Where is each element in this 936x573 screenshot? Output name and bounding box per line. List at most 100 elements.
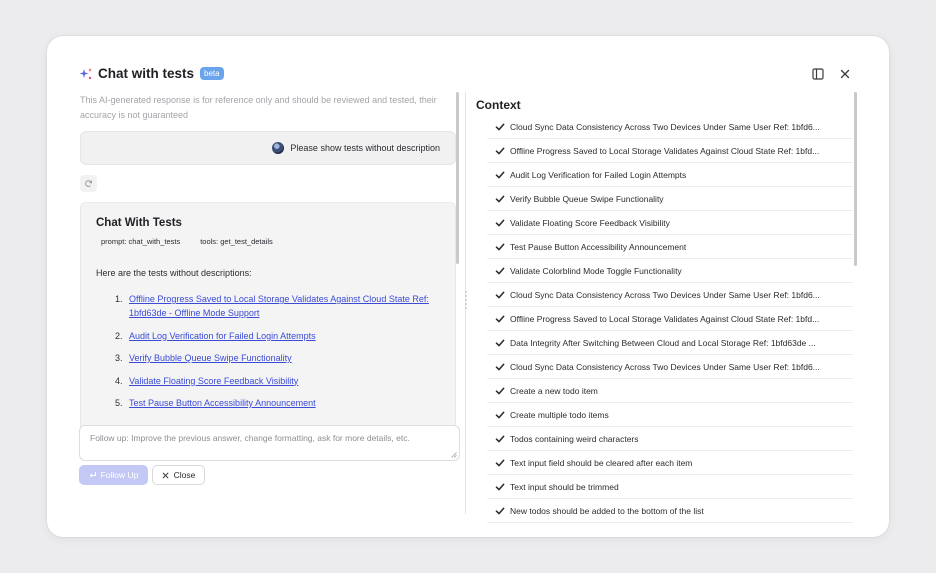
list-number: 5. (115, 398, 123, 408)
context-item[interactable]: Text input should be trimmed (487, 475, 853, 499)
refresh-icon (85, 180, 93, 187)
context-item[interactable]: Validate Colorblind Mode Toggle Function… (487, 259, 853, 283)
context-item[interactable]: Offline Progress Saved to Local Storage … (487, 139, 853, 163)
answer-meta: prompt: chat_with_tests tools: get_test_… (96, 237, 455, 246)
context-item-label: New todos should be added to the bottom … (510, 505, 704, 516)
context-item[interactable]: Create a new todo item (487, 379, 853, 403)
context-item[interactable]: Cloud Sync Data Consistency Across Two D… (487, 355, 853, 379)
context-item[interactable]: Data Integrity After Switching Between C… (487, 331, 853, 355)
answer-intro: Here are the tests without descriptions: (96, 268, 252, 278)
context-item-label: Create a new todo item (510, 385, 598, 396)
answer-list: 1. Offline Progress Saved to Local Storag… (96, 292, 455, 410)
test-link[interactable]: Verify Bubble Queue Swipe Functionality (129, 351, 292, 365)
disclaimer-text: This AI-generated response is for refere… (80, 95, 437, 120)
close-icon (840, 69, 850, 79)
test-link[interactable]: Offline Progress Saved to Local Storage … (129, 292, 455, 320)
close-button[interactable]: Close (152, 465, 205, 485)
modal-header: Chat with tests beta (79, 66, 224, 81)
left-scrollbar[interactable] (456, 92, 459, 264)
context-item-label: Data Integrity After Switching Between C… (510, 337, 816, 348)
prompt-label: prompt: chat_with_tests (101, 237, 181, 246)
check-icon (495, 147, 505, 154)
close-label: Close (173, 470, 196, 480)
context-item[interactable]: Test Pause Button Accessibility Announce… (487, 235, 853, 259)
followup-input[interactable]: Follow up: Improve the previous answer, … (79, 425, 460, 461)
context-item-label: Offline Progress Saved to Local Storage … (510, 313, 820, 324)
check-icon (495, 411, 505, 418)
list-item: 2. Audit Log Verification for Failed Logi… (115, 329, 455, 343)
right-scrollbar[interactable] (854, 92, 857, 266)
regenerate-button[interactable] (80, 175, 97, 192)
context-item-label: Create multiple todo items (510, 409, 609, 420)
check-icon (495, 387, 505, 394)
context-item[interactable]: Todos containing weird characters (487, 427, 853, 451)
list-number: 2. (115, 330, 123, 341)
context-item-label: Audit Log Verification for Failed Login … (510, 169, 687, 180)
context-item-label: Cloud Sync Data Consistency Across Two D… (510, 289, 820, 300)
check-icon (495, 123, 505, 130)
list-item: 3. Verify Bubble Queue Swipe Functionalit… (115, 351, 455, 365)
check-icon (495, 363, 505, 370)
panel-resize-handle[interactable] (463, 291, 468, 313)
check-icon (495, 267, 505, 274)
test-link[interactable]: Validate Floating Score Feedback Visibil… (129, 374, 298, 388)
context-item-label: Text input field should be cleared after… (510, 457, 693, 468)
check-icon (495, 171, 505, 178)
context-title: Context (476, 98, 521, 112)
list-item: 5. Test Pause Button Accessibility Announ… (115, 396, 455, 410)
list-item: 4. Validate Floating Score Feedback Visib… (115, 374, 455, 388)
context-item[interactable]: Offline Progress Saved to Local Storage … (487, 307, 853, 331)
list-item: 1. Offline Progress Saved to Local Storag… (115, 292, 455, 320)
sparkle-icon (79, 67, 92, 79)
context-item[interactable]: Cloud Sync Data Consistency Across Two D… (487, 115, 853, 139)
check-icon (495, 507, 505, 514)
tools-label: tools: get_test_details (200, 237, 273, 246)
context-item[interactable]: Audit Log Verification for Failed Login … (487, 163, 853, 187)
chat-modal: Chat with tests beta This AI-generated r… (47, 36, 889, 537)
resize-grip-icon[interactable] (451, 452, 457, 458)
context-item-label: Text input should be trimmed (510, 481, 619, 492)
context-item-label: Verify Bubble Queue Swipe Functionality (510, 193, 664, 204)
test-link[interactable]: Test Pause Button Accessibility Announce… (129, 396, 316, 410)
followup-placeholder: Follow up: Improve the previous answer, … (90, 433, 410, 443)
check-icon (495, 219, 505, 226)
follow-up-button[interactable]: Follow Up (79, 465, 148, 485)
assistant-answer: Chat With Tests prompt: chat_with_tests … (80, 202, 456, 427)
test-link[interactable]: Audit Log Verification for Failed Login … (129, 329, 316, 343)
close-modal-button[interactable] (838, 67, 852, 81)
context-item[interactable]: Verify Bubble Queue Swipe Functionality (487, 187, 853, 211)
check-icon (495, 483, 505, 490)
check-icon (495, 339, 505, 346)
user-message: Please show tests without description (80, 131, 456, 165)
context-item-label: Validate Floating Score Feedback Visibil… (510, 217, 670, 228)
list-number: 1. (115, 294, 123, 304)
modal-title: Chat with tests (98, 66, 195, 81)
follow-up-label: Follow Up (100, 470, 139, 480)
close-icon (162, 472, 169, 478)
sidebar-panel-button[interactable] (811, 67, 825, 81)
beta-badge: beta (200, 67, 224, 80)
list-number: 3. (115, 353, 123, 363)
check-icon (495, 315, 505, 322)
context-item[interactable]: Text input field should be cleared after… (487, 451, 853, 475)
context-item-label: Offline Progress Saved to Local Storage … (510, 145, 820, 156)
enter-icon (89, 472, 96, 478)
context-item[interactable]: New todos should be added to the bottom … (487, 499, 853, 523)
list-number: 4. (115, 375, 123, 386)
avatar (272, 142, 285, 154)
context-item-label: Validate Colorblind Mode Toggle Function… (510, 265, 682, 276)
context-item[interactable]: Cloud Sync Data Consistency Across Two D… (487, 283, 853, 307)
answer-title: Chat With Tests (96, 217, 182, 229)
check-icon (495, 459, 505, 466)
context-item-label: Test Pause Button Accessibility Announce… (510, 241, 687, 252)
sidebar-panel-icon (812, 68, 824, 80)
user-message-text: Please show tests without description (290, 143, 440, 153)
context-item[interactable]: Create multiple todo items (487, 403, 853, 427)
context-item-label: Cloud Sync Data Consistency Across Two D… (510, 121, 820, 132)
check-icon (495, 195, 505, 202)
check-icon (495, 291, 505, 298)
context-list: Cloud Sync Data Consistency Across Two D… (487, 115, 853, 523)
context-item-label: Cloud Sync Data Consistency Across Two D… (510, 361, 820, 372)
context-item-label: Todos containing weird characters (510, 433, 639, 444)
context-item[interactable]: Validate Floating Score Feedback Visibil… (487, 211, 853, 235)
